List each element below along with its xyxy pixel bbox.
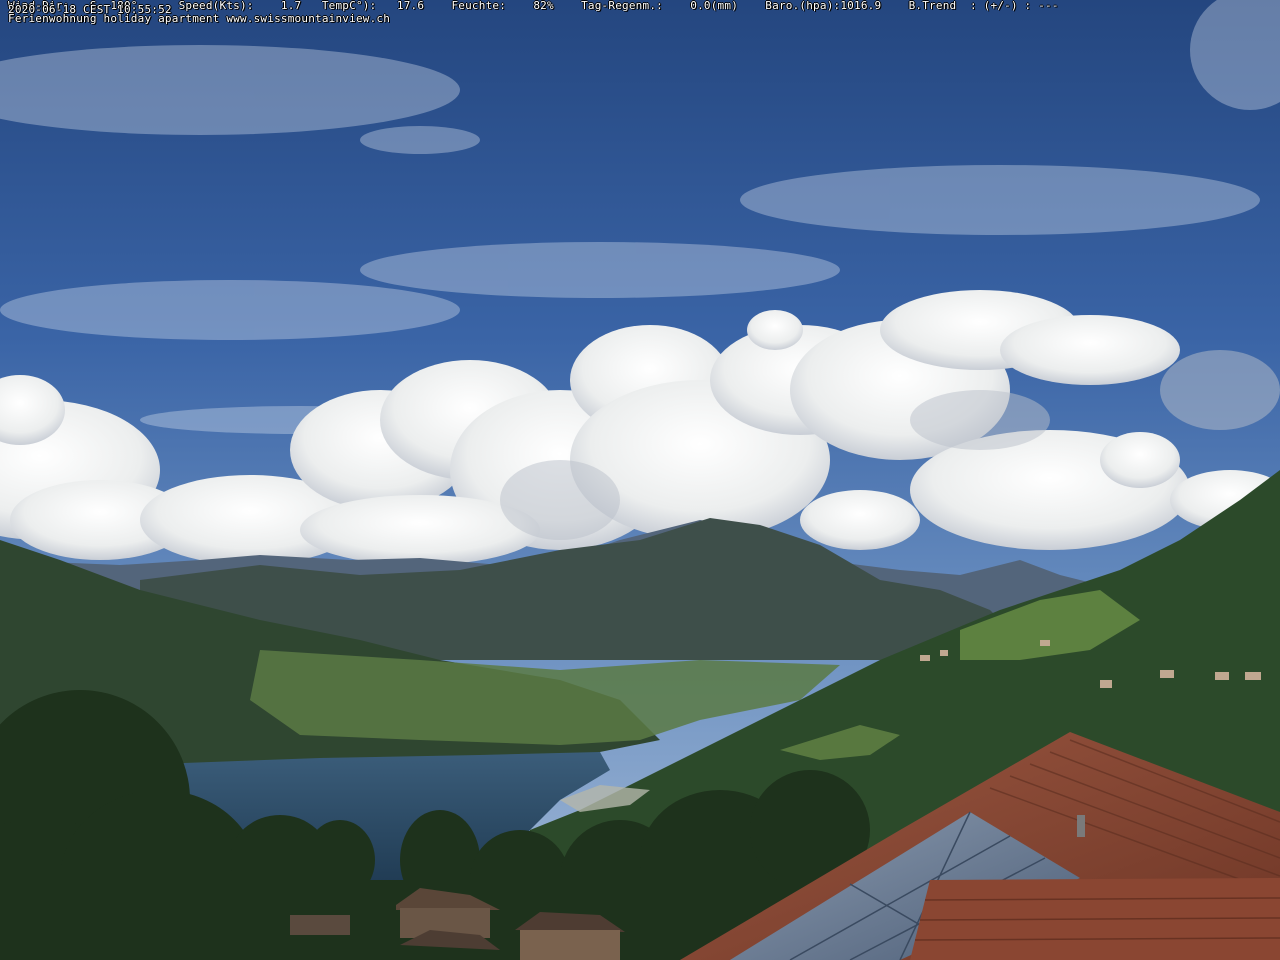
timestamp: 2020-06-18 CEST 10:55:52 [8, 3, 172, 16]
webcam-image [0, 0, 1280, 960]
chimney [1077, 815, 1085, 837]
